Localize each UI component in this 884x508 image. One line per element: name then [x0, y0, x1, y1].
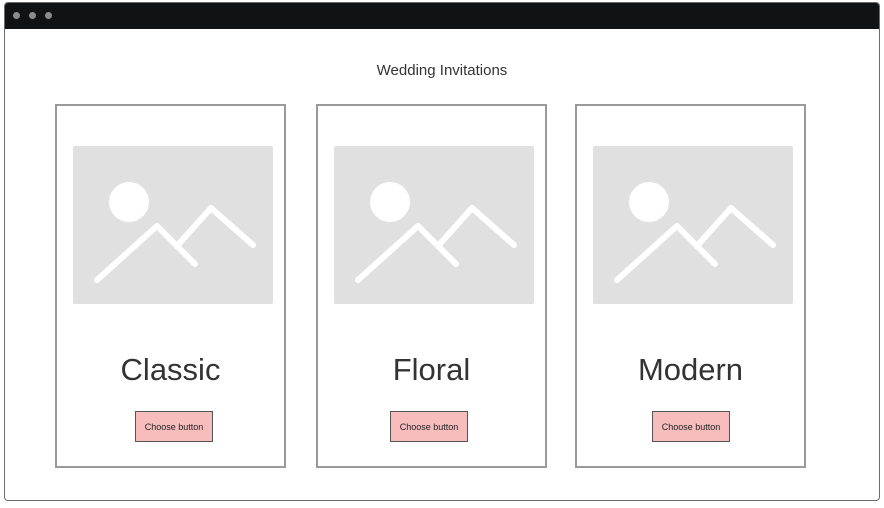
image-placeholder-icon: [334, 146, 534, 304]
image-placeholder-graphic: [614, 182, 776, 283]
image-placeholder-icon: [73, 146, 273, 304]
image-placeholder-icon: [593, 146, 793, 304]
choose-button[interactable]: Choose button: [390, 411, 468, 442]
mountain-left-shape: [614, 223, 718, 283]
page-title: Wedding Invitations: [376, 62, 508, 79]
image-placeholder-graphic: [94, 182, 256, 283]
mountain-right-shape: [694, 205, 776, 249]
window-minimize-dot-icon[interactable]: [29, 12, 36, 19]
window-close-dot-icon[interactable]: [13, 12, 20, 19]
sun-shape: [629, 182, 669, 222]
image-placeholder-graphic: [355, 182, 517, 283]
browser-window: Wedding Invitations Classic Choose butto…: [4, 2, 880, 501]
choose-button[interactable]: Choose button: [652, 411, 730, 442]
card-title: Modern: [637, 352, 744, 387]
invitation-card-classic: Classic Choose button: [55, 104, 286, 468]
mountain-left-shape: [94, 223, 198, 283]
choose-button[interactable]: Choose button: [135, 411, 213, 442]
card-title: Classic: [120, 352, 221, 387]
sun-shape: [109, 182, 149, 222]
mountain-right-shape: [174, 205, 256, 249]
mountain-right-shape: [435, 205, 517, 249]
window-maximize-dot-icon[interactable]: [45, 12, 52, 19]
invitation-card-modern: Modern Choose button: [575, 104, 806, 468]
sun-shape: [370, 182, 410, 222]
card-title: Floral: [392, 352, 471, 387]
window-titlebar: [5, 3, 879, 29]
invitation-card-floral: Floral Choose button: [316, 104, 547, 468]
mountain-left-shape: [355, 223, 459, 283]
